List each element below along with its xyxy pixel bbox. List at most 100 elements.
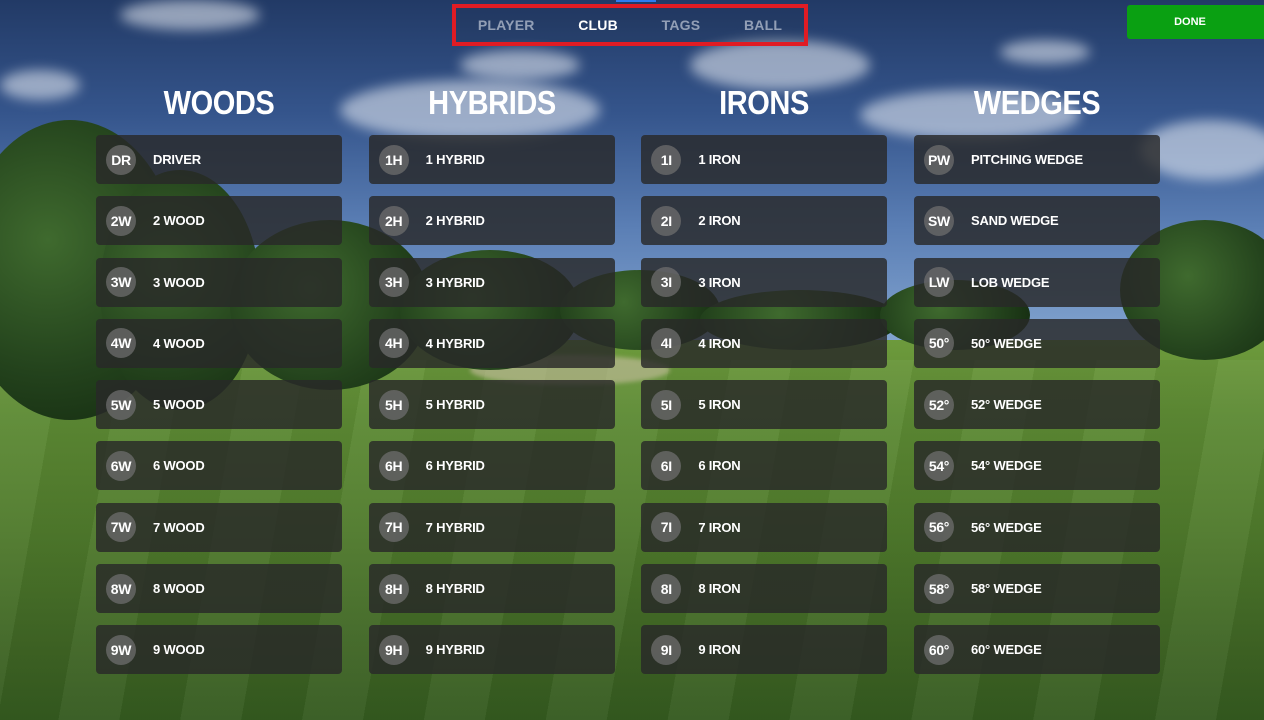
club-name: 7 WOOD (153, 519, 205, 535)
club-card-4-hybrid[interactable]: 4H 4 HYBRID (368, 318, 615, 368)
club-badge: LW (923, 267, 954, 298)
club-name: 8 WOOD (153, 581, 205, 597)
club-card-2-iron[interactable]: 2I 2 IRON (641, 196, 888, 246)
club-name: 2 IRON (698, 213, 741, 229)
club-name: LOB WEDGE (970, 274, 1050, 290)
club-name: DRIVER (153, 152, 201, 167)
club-badge: 3W (106, 267, 136, 298)
club-card-54-wedge[interactable]: 54° 54° WEDGE (913, 441, 1160, 491)
club-badge: 4W (106, 328, 136, 359)
club-card-58-wedge[interactable]: 58° 58° WEDGE (913, 564, 1160, 614)
club-badge: 8H (378, 573, 409, 604)
club-name: 54° WEDGE (970, 458, 1042, 474)
club-badge: 7I (651, 512, 682, 543)
top-indicator (616, 0, 656, 2)
club-name: 4 HYBRID (425, 335, 485, 351)
club-badge: 56° (923, 512, 954, 543)
club-name: SAND WEDGE (970, 213, 1059, 229)
club-name: 58° WEDGE (970, 581, 1042, 597)
club-name: 1 IRON (698, 152, 741, 167)
club-name: 9 WOOD (153, 642, 205, 658)
club-card-sand-wedge[interactable]: SW SAND WEDGE (913, 196, 1160, 246)
club-badge: 50° (923, 328, 954, 359)
club-name: 3 HYBRID (425, 274, 485, 290)
club-name: PITCHING WEDGE (970, 152, 1084, 167)
club-name: 60° WEDGE (970, 642, 1042, 658)
club-card-1-hybrid[interactable]: 1H 1 HYBRID (368, 135, 615, 184)
club-card-9-wood[interactable]: 9W 9 WOOD (96, 625, 342, 675)
tab-ball[interactable]: BALL (738, 13, 788, 37)
club-card-1-iron[interactable]: 1I 1 IRON (641, 135, 888, 184)
done-button[interactable]: DONE (1127, 5, 1264, 39)
club-badge: 8I (651, 573, 682, 604)
club-card-5-iron[interactable]: 5I 5 IRON (641, 380, 888, 430)
club-card-5-hybrid[interactable]: 5H 5 HYBRID (368, 380, 615, 430)
club-card-driver[interactable]: DR DRIVER (96, 135, 342, 184)
cloud (460, 50, 580, 80)
club-card-9-iron[interactable]: 9I 9 IRON (641, 625, 888, 675)
club-name: 8 IRON (698, 581, 741, 597)
club-name: 7 HYBRID (425, 519, 485, 535)
club-badge: 3H (378, 267, 409, 298)
club-badge: 58° (923, 573, 954, 604)
cloud (120, 0, 260, 30)
club-card-4-iron[interactable]: 4I 4 IRON (641, 318, 888, 368)
tab-player[interactable]: PLAYER (472, 13, 541, 37)
club-card-pitching-wedge[interactable]: PW PITCHING WEDGE (913, 135, 1160, 184)
club-name: 1 HYBRID (425, 152, 485, 167)
club-name: 6 WOOD (153, 458, 205, 474)
club-card-6-iron[interactable]: 6I 6 IRON (641, 441, 888, 491)
club-columns: WOODS DR DRIVER 2W 2 WOOD 3W 3 WOOD 4W 4 WOO… (96, 80, 1160, 687)
club-card-6-wood[interactable]: 6W 6 WOOD (96, 441, 342, 491)
club-badge: 6W (106, 450, 136, 481)
club-card-7-wood[interactable]: 7W 7 WOOD (96, 502, 342, 552)
club-badge: 4I (651, 328, 682, 359)
column-hybrids: HYBRIDS 1H 1 HYBRID 2H 2 HYBRID 3H 3 HYBRID… (368, 80, 615, 687)
club-badge: 60° (923, 634, 954, 665)
club-badge: 8W (106, 573, 136, 604)
club-name: 56° WEDGE (970, 519, 1042, 535)
club-card-52-wedge[interactable]: 52° 52° WEDGE (913, 380, 1160, 430)
club-badge: 2W (106, 205, 136, 236)
club-card-lob-wedge[interactable]: LW LOB WEDGE (913, 257, 1160, 307)
club-name: 5 WOOD (153, 397, 205, 413)
club-badge: 4H (378, 328, 409, 359)
club-card-4-wood[interactable]: 4W 4 WOOD (96, 318, 342, 368)
club-name: 2 HYBRID (425, 213, 485, 229)
club-card-2-wood[interactable]: 2W 2 WOOD (96, 196, 342, 246)
club-card-3-wood[interactable]: 3W 3 WOOD (96, 257, 342, 307)
tab-tags[interactable]: TAGS (656, 13, 707, 37)
column-woods: WOODS DR DRIVER 2W 2 WOOD 3W 3 WOOD 4W 4 WOO… (96, 80, 342, 687)
club-card-8-iron[interactable]: 8I 8 IRON (641, 564, 888, 614)
club-card-7-iron[interactable]: 7I 7 IRON (641, 502, 888, 552)
club-card-7-hybrid[interactable]: 7H 7 HYBRID (368, 502, 615, 552)
club-card-3-iron[interactable]: 3I 3 IRON (641, 257, 888, 307)
club-name: 4 WOOD (153, 335, 205, 351)
club-card-5-wood[interactable]: 5W 5 WOOD (96, 380, 342, 430)
club-badge: 5H (378, 389, 409, 420)
club-card-6-hybrid[interactable]: 6H 6 HYBRID (368, 441, 615, 491)
club-card-56-wedge[interactable]: 56° 56° WEDGE (913, 502, 1160, 552)
club-card-2-hybrid[interactable]: 2H 2 HYBRID (368, 196, 615, 246)
club-badge: 1H (378, 144, 409, 175)
column-wedges: WEDGES PW PITCHING WEDGE SW SAND WEDGE LW L… (913, 80, 1160, 687)
club-card-9-hybrid[interactable]: 9H 9 HYBRID (368, 625, 615, 675)
club-card-60-wedge[interactable]: 60° 60° WEDGE (913, 625, 1160, 675)
club-badge: PW (923, 144, 954, 175)
club-card-3-hybrid[interactable]: 3H 3 HYBRID (368, 257, 615, 307)
club-badge: 2I (651, 205, 682, 236)
club-badge: 1I (651, 144, 682, 175)
club-badge: 7W (106, 512, 136, 543)
club-card-50-wedge[interactable]: 50° 50° WEDGE (913, 318, 1160, 368)
club-badge: 9I (651, 634, 682, 665)
club-name: 6 IRON (698, 458, 741, 474)
club-card-8-hybrid[interactable]: 8H 8 HYBRID (368, 564, 615, 614)
tab-club[interactable]: CLUB (572, 13, 624, 37)
club-badge: 9H (378, 634, 409, 665)
club-badge: 9W (106, 634, 136, 665)
cloud (1000, 40, 1090, 64)
column-irons: IRONS 1I 1 IRON 2I 2 IRON 3I 3 IRON 4I 4 IRO… (641, 80, 888, 687)
club-badge: 7H (378, 512, 409, 543)
club-card-8-wood[interactable]: 8W 8 WOOD (96, 564, 342, 614)
club-badge: 5I (651, 389, 682, 420)
